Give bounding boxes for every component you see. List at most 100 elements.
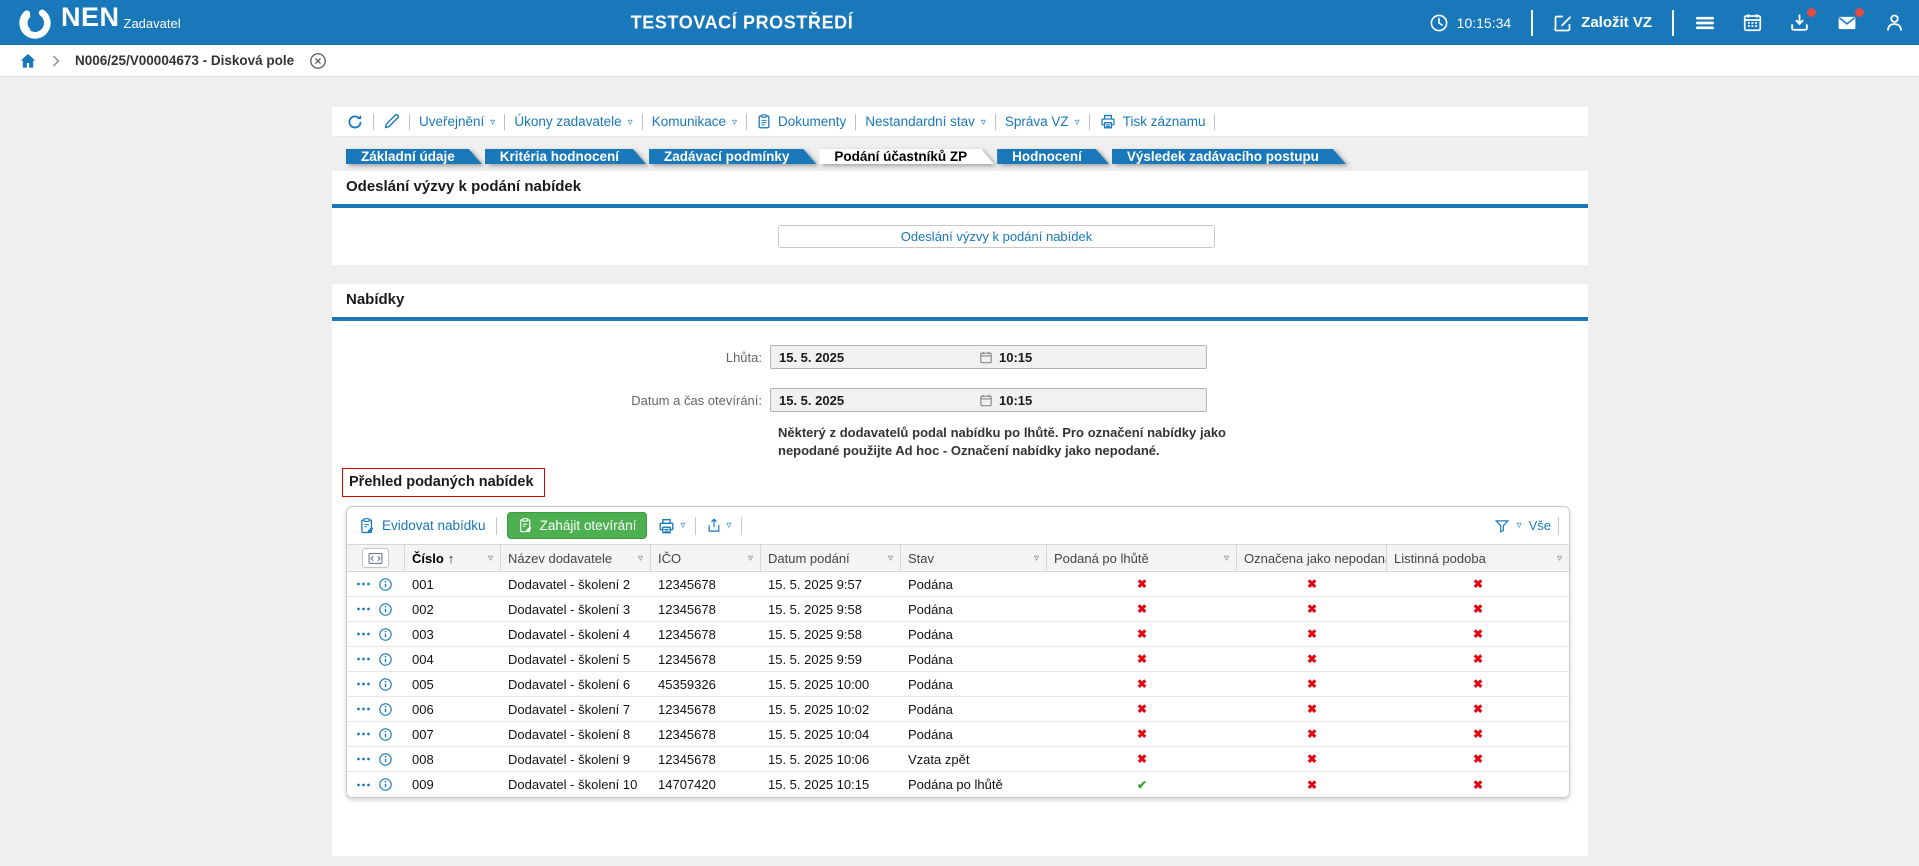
table-row[interactable]: 001 Dodavatel - školení 2 12345678 15. 5… [347, 572, 1569, 597]
menu-dokumenty[interactable]: Dokumenty [756, 113, 846, 130]
filter-dropdown-icon[interactable]: ▿ [1224, 553, 1229, 564]
nen-brand[interactable]: NEN Zadavatel [0, 4, 181, 42]
deadline-time-value[interactable]: 10:15 [999, 350, 1032, 365]
tab-kriteria-hodnoceni[interactable]: Kritéria hodnocení [485, 143, 646, 171]
menu-hamburger-icon[interactable] [1694, 12, 1716, 34]
breadcrumb: N006/25/V00004673 - Disková pole [0, 45, 1919, 77]
tab-vysledek-zadavaciho-postupu[interactable]: Výsledek zadávacího postupu [1112, 143, 1346, 171]
column-header-nepodana[interactable]: Označena jako nepodaná▿ [1237, 545, 1387, 571]
opening-field[interactable]: 15. 5. 2025 10:15 [770, 388, 1207, 412]
column-header-stav[interactable]: Stav▿ [901, 545, 1047, 571]
print-record-button[interactable]: Tisk záznamu [1099, 113, 1206, 130]
row-info-icon[interactable] [378, 702, 393, 717]
tab-zakladni-udaje[interactable]: Základní údaje [346, 143, 482, 171]
row-menu-icon[interactable] [356, 606, 371, 612]
table-row[interactable]: 002 Dodavatel - školení 3 12345678 15. 5… [347, 597, 1569, 622]
row-info-icon[interactable] [378, 577, 393, 592]
section-title: Nabídky [346, 291, 404, 308]
filter-dropdown-icon[interactable]: ▿ [1557, 553, 1562, 564]
filter-dropdown-icon[interactable]: ▿ [638, 553, 643, 564]
filter-vse-button[interactable]: Vše [1529, 518, 1551, 533]
section-rule [332, 317, 1588, 321]
menu-komunikace[interactable]: Komunikace▿ [652, 114, 737, 129]
row-info-icon[interactable] [378, 752, 393, 767]
status-mark: ✖ [1307, 727, 1317, 741]
menu-sprava-vz[interactable]: Správa VZ▿ [1005, 114, 1080, 129]
edit-square-icon [1553, 13, 1573, 33]
cell-ico: 12345678 [651, 597, 761, 621]
row-menu-icon[interactable] [356, 631, 371, 637]
status-mark: ✖ [1473, 778, 1483, 792]
row-info-icon[interactable] [378, 677, 393, 692]
cell-stav: Vzata zpět [901, 747, 1047, 771]
start-opening-button[interactable]: Zahájit otevírání [507, 512, 648, 539]
calendar-icon[interactable] [1742, 12, 1763, 33]
register-bid-button[interactable]: Evidovat nabídku [359, 517, 486, 535]
row-menu-icon[interactable] [356, 656, 371, 662]
row-menu-icon[interactable] [356, 681, 371, 687]
create-vz-button[interactable]: Založit VZ [1553, 13, 1652, 33]
refresh-button[interactable] [346, 113, 364, 131]
opening-time-value[interactable]: 10:15 [999, 393, 1032, 408]
row-menu-icon[interactable] [356, 731, 371, 737]
print-table-button[interactable]: ▿ [657, 517, 685, 535]
row-info-icon[interactable] [378, 777, 393, 792]
table-row[interactable]: 006 Dodavatel - školení 7 12345678 15. 5… [347, 697, 1569, 722]
column-settings-button[interactable] [362, 548, 389, 568]
filter-funnel-icon[interactable] [1494, 518, 1510, 534]
filter-dropdown-icon[interactable]: ▿ [888, 553, 893, 564]
status-mark: ✖ [1137, 702, 1147, 716]
table-row[interactable]: 009 Dodavatel - školení 10 14707420 15. … [347, 772, 1569, 797]
bids-table-toolbar: Evidovat nabídku Zahájit otevírání ▿ [347, 507, 1569, 544]
filter-dropdown-icon[interactable]: ▿ [488, 553, 493, 564]
close-record-icon[interactable] [309, 52, 327, 70]
divider [642, 114, 643, 130]
row-info-icon[interactable] [378, 652, 393, 667]
table-row[interactable]: 004 Dodavatel - školení 5 12345678 15. 5… [347, 647, 1569, 672]
filter-dropdown-icon[interactable]: ▿ [1034, 553, 1039, 564]
table-row[interactable]: 003 Dodavatel - školení 4 12345678 15. 5… [347, 622, 1569, 647]
opening-date-value[interactable]: 15. 5. 2025 [779, 393, 973, 408]
row-menu-icon[interactable] [356, 756, 371, 762]
filter-dropdown-icon[interactable]: ▿ [748, 553, 753, 564]
column-header-nazev[interactable]: Název dodavatele▿ [501, 545, 651, 571]
tab-podani-ucastniku-zp[interactable]: Podání účastníků ZP [819, 143, 994, 171]
tab-hodnoceni[interactable]: Hodnocení [997, 143, 1109, 171]
downloads-button[interactable] [1789, 12, 1810, 33]
tab-zadavaci-podminky[interactable]: Zadávací podmínky [649, 143, 816, 171]
column-header-cislo[interactable]: Číslo ↑ ▿ [405, 545, 501, 571]
row-info-icon[interactable] [378, 727, 393, 742]
cell-listinna-podoba: ✖ [1387, 572, 1569, 596]
menu-ukony-zadavatele[interactable]: Úkony zadavatele▿ [514, 114, 632, 129]
messages-button[interactable] [1836, 12, 1858, 34]
row-info-icon[interactable] [378, 627, 393, 642]
row-menu-icon[interactable] [356, 782, 371, 788]
row-menu-icon[interactable] [356, 706, 371, 712]
row-info-icon[interactable] [378, 602, 393, 617]
chevron-down-icon[interactable]: ▿ [1517, 520, 1522, 531]
cell-nazev-dodavatele: Dodavatel - školení 6 [501, 672, 651, 696]
clock-time: 10:15:34 [1457, 15, 1512, 31]
menu-uverejneni[interactable]: Uveřejnění▿ [419, 114, 495, 129]
table-row[interactable]: 008 Dodavatel - školení 9 12345678 15. 5… [347, 747, 1569, 772]
user-profile-icon[interactable] [1884, 12, 1905, 33]
column-header-ico[interactable]: IČO▿ [651, 545, 761, 571]
row-menu-icon[interactable] [356, 581, 371, 587]
divider [1558, 517, 1559, 535]
calendar-picker-icon[interactable] [979, 350, 993, 365]
column-header-datum[interactable]: Datum podání▿ [761, 545, 901, 571]
status-mark: ✖ [1473, 627, 1483, 641]
table-row[interactable]: 005 Dodavatel - školení 6 45359326 15. 5… [347, 672, 1569, 697]
deadline-date-value[interactable]: 15. 5. 2025 [779, 350, 973, 365]
calendar-picker-icon[interactable] [979, 393, 993, 408]
breadcrumb-item[interactable]: N006/25/V00004673 - Disková pole [75, 53, 294, 68]
table-row[interactable]: 007 Dodavatel - školení 8 12345678 15. 5… [347, 722, 1569, 747]
column-header-po-lhute[interactable]: Podaná po lhůtě▿ [1047, 545, 1237, 571]
column-header-listinna[interactable]: Listinná podoba▿ [1387, 545, 1569, 571]
deadline-field[interactable]: 15. 5. 2025 10:15 [770, 345, 1207, 369]
export-table-button[interactable]: ▿ [706, 517, 731, 534]
send-invitation-button[interactable]: Odeslání výzvy k podání nabídek [778, 225, 1215, 248]
menu-nestandardni-stav[interactable]: Nestandardní stav▿ [865, 114, 986, 129]
home-icon[interactable] [19, 52, 37, 70]
edit-record-button[interactable] [383, 113, 400, 130]
